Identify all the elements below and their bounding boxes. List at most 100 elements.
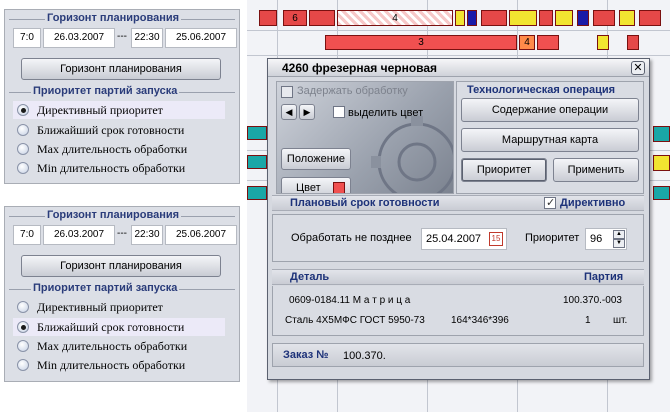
start-date-field[interactable]: 26.03.2007: [43, 225, 115, 245]
color-label: Цвет: [296, 182, 321, 194]
gantt-bar[interactable]: [509, 10, 537, 26]
option-directive-priority[interactable]: Директивный приоритет: [13, 298, 225, 316]
priority-button[interactable]: Приоритет: [461, 158, 547, 182]
hold-label: Задержать обработку: [297, 85, 408, 97]
calendar-icon[interactable]: 15: [489, 232, 503, 246]
spin-up-icon[interactable]: ▲: [613, 230, 625, 239]
gantt-bar[interactable]: [555, 10, 573, 26]
tech-op-section: Технологическая операция Содержание опер…: [456, 81, 644, 194]
end-time-field[interactable]: 22:30: [131, 225, 163, 245]
radio-button[interactable]: [17, 124, 29, 136]
priority-title: Приоритет партий запуска: [31, 282, 180, 294]
end-date-field[interactable]: 25.06.2007: [165, 28, 237, 48]
position-button[interactable]: Положение: [281, 148, 351, 170]
priority-spinner[interactable]: 96 ▲ ▼: [585, 228, 627, 250]
horizon-title: Горизонт планирования: [45, 12, 182, 24]
order-footer: Заказ № 100.370.: [272, 343, 644, 367]
batch-column-header: Партия: [584, 271, 624, 283]
close-icon[interactable]: ✕: [631, 61, 645, 75]
color-button[interactable]: Цвет: [281, 177, 351, 194]
priority-label: Приоритет: [525, 232, 580, 244]
start-date-field[interactable]: 26.03.2007: [43, 28, 115, 48]
option-label: Min длительность обработки: [37, 160, 186, 175]
option-label: Min длительность обработки: [37, 357, 186, 372]
planning-panel-bottom: Горизонт планирования 7:0 26.03.2007 ---…: [4, 206, 240, 382]
gantt-bar[interactable]: [653, 126, 670, 142]
gantt-bar[interactable]: [597, 35, 609, 50]
gantt-bar[interactable]: [619, 10, 635, 26]
option-nearest-deadline[interactable]: Ближайший срок готовности: [13, 318, 225, 336]
range-separator: ---: [117, 31, 127, 42]
gantt-bar[interactable]: [537, 35, 559, 50]
tech-op-title: Технологическая операция: [467, 84, 616, 96]
dialog-title: 4260 фрезерная черновая: [268, 59, 649, 77]
gantt-bar[interactable]: [467, 10, 477, 26]
radio-button[interactable]: [17, 162, 29, 174]
process-before-label: Обработать не позднее: [291, 232, 412, 244]
option-nearest-deadline[interactable]: Ближайший срок готовности: [13, 121, 225, 139]
process-before-date[interactable]: 25.04.2007 15: [421, 228, 507, 250]
option-max-duration[interactable]: Max длительность обработки: [13, 140, 225, 158]
gantt-bar[interactable]: 6: [283, 10, 307, 26]
gantt-bar[interactable]: 3: [325, 35, 517, 50]
spin-down-icon[interactable]: ▼: [613, 239, 625, 248]
option-max-duration[interactable]: Max длительность обработки: [13, 337, 225, 355]
detail-name: 0609-0184.11 М а т р и ц а: [289, 295, 411, 306]
gantt-bar[interactable]: [247, 126, 267, 140]
gantt-bar[interactable]: [627, 35, 639, 50]
horizon-button[interactable]: Горизонт планирования: [21, 58, 221, 80]
radio-button[interactable]: [17, 359, 29, 371]
option-min-duration[interactable]: Min длительность обработки: [13, 159, 225, 177]
nav-left-button[interactable]: ◀: [281, 104, 297, 120]
horizon-title: Горизонт планирования: [45, 209, 182, 221]
gantt-bar[interactable]: [309, 10, 335, 26]
detail-section: 0609-0184.11 М а т р и ц а 100.370.-003 …: [272, 286, 644, 336]
priority-value: 96: [590, 233, 603, 245]
gantt-bar[interactable]: [577, 10, 589, 26]
op-content-button[interactable]: Содержание операции: [461, 98, 639, 122]
highlight-checkbox[interactable]: [333, 106, 345, 118]
hold-checkbox[interactable]: [281, 86, 293, 98]
gantt-bar[interactable]: [259, 10, 277, 26]
gantt-bar[interactable]: [639, 10, 661, 26]
gantt-bar[interactable]: 4: [337, 10, 453, 26]
gantt-bar[interactable]: [247, 186, 267, 200]
range-separator: ---: [117, 228, 127, 239]
radio-button[interactable]: [17, 104, 29, 116]
radio-button[interactable]: [17, 301, 29, 313]
detail-column-header: Деталь: [290, 271, 330, 283]
radio-button[interactable]: [17, 321, 29, 333]
end-time-field[interactable]: 22:30: [131, 28, 163, 48]
start-time-field[interactable]: 7:0: [13, 225, 41, 245]
route-card-button[interactable]: Маршрутная карта: [461, 128, 639, 152]
start-time-field[interactable]: 7:0: [13, 28, 41, 48]
gantt-bar[interactable]: [653, 186, 670, 200]
gantt-bar[interactable]: [653, 155, 670, 171]
apply-button[interactable]: Применить: [553, 158, 639, 182]
option-label: Директивный приоритет: [37, 102, 163, 117]
gantt-bar[interactable]: [481, 10, 507, 26]
option-label: Директивный приоритет: [37, 299, 163, 314]
highlight-label: выделить цвет: [348, 107, 424, 119]
nav-right-button[interactable]: ▶: [299, 104, 315, 120]
horizon-button[interactable]: Горизонт планирования: [21, 255, 221, 277]
process-before-value: 25.04.2007: [426, 233, 482, 245]
order-value: 100.370.: [343, 350, 386, 362]
gantt-bar[interactable]: [539, 10, 553, 26]
option-label: Max длительность обработки: [37, 338, 188, 353]
option-directive-priority[interactable]: Директивный приоритет: [13, 101, 225, 119]
unit: шт.: [613, 315, 628, 326]
gantt-bar[interactable]: [455, 10, 465, 26]
directive-checkbox[interactable]: [544, 196, 556, 209]
gantt-bar[interactable]: [247, 155, 267, 169]
order-label: Заказ №: [283, 349, 329, 361]
radio-button[interactable]: [17, 340, 29, 352]
option-label: Ближайший срок готовности: [37, 122, 185, 137]
end-date-field[interactable]: 25.06.2007: [165, 225, 237, 245]
gantt-bar[interactable]: [593, 10, 615, 26]
quantity: 1: [585, 315, 591, 326]
gear-background: Задержать обработку ◀ ▶ выделить цвет По…: [276, 81, 454, 194]
gantt-bar[interactable]: 4: [519, 35, 535, 50]
radio-button[interactable]: [17, 143, 29, 155]
option-min-duration[interactable]: Min длительность обработки: [13, 356, 225, 374]
